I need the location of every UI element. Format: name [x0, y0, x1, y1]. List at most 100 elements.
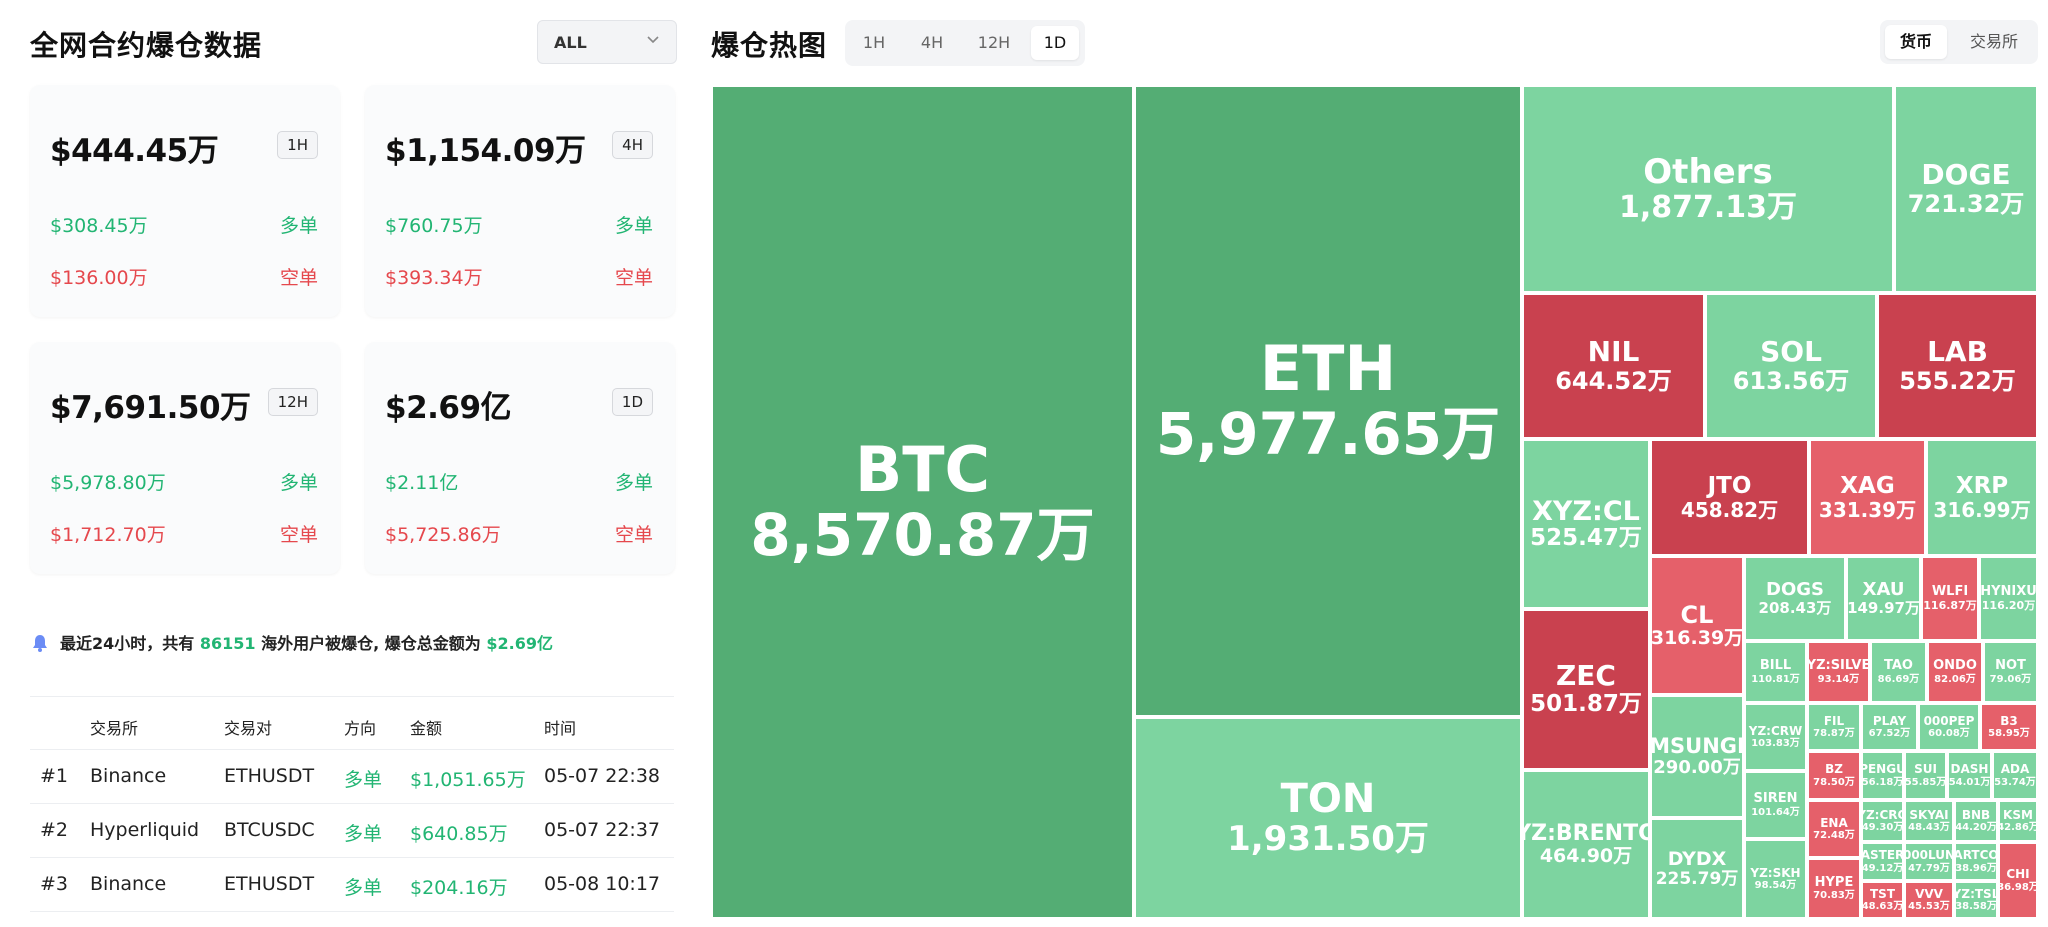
- table-row[interactable]: #2 Hyperliquid BTCUSDC 多单 $640.85万 05-07…: [30, 804, 674, 858]
- short-label: 空单: [614, 524, 653, 546]
- heatmap-tile-hynixu[interactable]: HYNIXU 116.20万: [1979, 556, 2038, 641]
- long-value: $5,978.80万: [50, 472, 166, 494]
- rank-cell: #2: [40, 819, 69, 841]
- tile-symbol: PLAY: [1872, 713, 1907, 728]
- heatmap-tile-sui[interactable]: SUI 55.85万: [1904, 751, 1947, 800]
- heatmap-tile-pengu[interactable]: PENGU 56.18万: [1861, 751, 1904, 800]
- heatmap-tile-yz-silve[interactable]: YZ:SILVE 93.14万: [1807, 641, 1870, 703]
- heatmap-tile-sol[interactable]: SOL 613.56万: [1705, 293, 1877, 439]
- header-direction: 方向: [344, 719, 377, 738]
- tab-4h[interactable]: 4H: [907, 26, 957, 60]
- tile-symbol: HYPE: [1814, 874, 1854, 890]
- tile-amount: 644.52万: [1555, 367, 1672, 396]
- heatmap-tile-yz-crw[interactable]: YZ:CRW 103.83万: [1744, 703, 1807, 771]
- heatmap-tile-btc[interactable]: BTC 8,570.87万: [711, 85, 1134, 919]
- group-by-exchange-button[interactable]: 交易所: [1954, 25, 2034, 59]
- direction-cell: 多单: [344, 769, 383, 791]
- exchange-cell: Binance: [90, 765, 167, 787]
- heatmap-tile-cl[interactable]: CL 316.39万: [1650, 556, 1744, 695]
- tile-amount: 501.87万: [1530, 691, 1642, 718]
- heatmap-tile-aster[interactable]: ASTER 49.12万: [1861, 842, 1904, 881]
- heatmap-tile-fil[interactable]: FIL 78.87万: [1807, 703, 1861, 751]
- heatmap-tile-yz-skh[interactable]: YZ:SKH 98.54万: [1744, 839, 1807, 919]
- chevron-down-icon: [647, 36, 659, 44]
- heatmap-tile-yz-cro[interactable]: YZ:CRO49.30万: [1861, 800, 1904, 842]
- heatmap-tile-000pep[interactable]: 000PEP 60.08万: [1918, 703, 1980, 751]
- heatmap-tile-tao[interactable]: TAO 86.69万: [1870, 641, 1927, 703]
- heatmap-tile-not[interactable]: NOT 79.06万: [1983, 641, 2038, 703]
- tile-amount: 103.83万: [1751, 738, 1800, 750]
- heatmap-tile-dash[interactable]: DASH 54.01万: [1947, 751, 1992, 800]
- heatmap-tile-msungi[interactable]: MSUNGI 290.00万: [1650, 695, 1744, 818]
- tile-symbol: BNB: [1961, 807, 1991, 822]
- tile-amount: 208.43万: [1758, 599, 1832, 618]
- heatmap-tile-artco[interactable]: ARTCO 38.96万: [1954, 842, 1998, 881]
- heatmap-tile-xyz-cl[interactable]: XYZ:CL 525.47万: [1522, 439, 1650, 609]
- heatmap-tile-ondo[interactable]: ONDO 82.06万: [1927, 641, 1983, 703]
- heatmap-tile-skyai[interactable]: SKYAI 48.43万: [1904, 800, 1954, 842]
- total-amount: $444.45万: [50, 133, 219, 169]
- heatmap-tile-xau[interactable]: XAU 149.97万: [1846, 556, 1921, 641]
- heatmap-tile-jto[interactable]: JTO 458.82万: [1650, 439, 1809, 556]
- heatmap-tile-bill[interactable]: BILL 110.81万: [1744, 641, 1807, 703]
- heatmap-tile-eth[interactable]: ETH 5,977.65万: [1134, 85, 1522, 717]
- heatmap-tile-dydx[interactable]: DYDX 225.79万: [1650, 818, 1744, 919]
- tile-amount: 525.47万: [1530, 525, 1642, 552]
- heatmap-tile-ksm[interactable]: KSM 42.86万: [1998, 800, 2038, 842]
- tab-1d[interactable]: 1D: [1031, 26, 1079, 60]
- long-value: $760.75万: [385, 215, 483, 237]
- notice-count: 86151: [199, 634, 256, 653]
- heatmap-tile-b3[interactable]: B3 58.95万: [1980, 703, 2038, 751]
- heatmap-tile-vvv[interactable]: VVV 45.53万: [1904, 881, 1954, 919]
- exchange-filter-select[interactable]: ALL: [537, 20, 677, 64]
- heatmap-tile-siren[interactable]: SIREN 101.64万: [1744, 771, 1807, 839]
- tile-amount: 58.95万: [1988, 728, 2030, 740]
- heatmap-tile-bnb[interactable]: BNB 44.20万: [1954, 800, 1998, 842]
- pair-cell: ETHUSDT: [224, 765, 315, 787]
- long-value: $2.11亿: [385, 472, 459, 494]
- heatmap-tile-chi[interactable]: CHI 36.98万: [1998, 842, 2038, 919]
- tile-symbol: ZEC: [1556, 659, 1616, 693]
- timeframe-badge: 1H: [277, 131, 318, 159]
- heatmap-tile-doge[interactable]: DOGE 721.32万: [1894, 85, 2038, 293]
- heatmap-tile-ada[interactable]: ADA 53.74万: [1992, 751, 2038, 800]
- heatmap-tile-bz[interactable]: BZ 78.50万: [1807, 751, 1861, 800]
- tile-amount: 464.90万: [1539, 845, 1633, 868]
- heatmap-tile-hype[interactable]: HYPE 70.83万: [1807, 858, 1861, 919]
- heatmap-tile-lab[interactable]: LAB 555.22万: [1877, 293, 2038, 439]
- timeframe-tabs: 1H 4H 12H 1D: [845, 20, 1085, 66]
- tile-symbol: LAB: [1927, 335, 1988, 369]
- tab-1h[interactable]: 1H: [851, 26, 897, 60]
- tile-symbol: ENA: [1820, 815, 1848, 830]
- tile-symbol: SIREN: [1753, 791, 1798, 807]
- timeframe-badge: 12H: [267, 388, 318, 416]
- tile-symbol: XRP: [1955, 472, 2009, 499]
- heatmap-tile-others[interactable]: Others 1,877.13万: [1522, 85, 1894, 293]
- heatmap-tile-yz-tsl[interactable]: YZ:TSL 38.58万: [1954, 881, 1998, 919]
- tile-symbol: TST: [1869, 886, 1895, 901]
- heatmap-tile-xag[interactable]: XAG 331.39万: [1809, 439, 1926, 556]
- heatmap-tile-nil[interactable]: NIL 644.52万: [1522, 293, 1705, 439]
- heatmap-tile-ena[interactable]: ENA 72.48万: [1807, 800, 1861, 858]
- heatmap-tile-tst[interactable]: TST 48.63万: [1861, 881, 1904, 919]
- heatmap-tile-xrp[interactable]: XRP 316.99万: [1926, 439, 2038, 556]
- heatmap-tile-zec[interactable]: ZEC 501.87万: [1522, 609, 1650, 770]
- table-row[interactable]: #1 Binance ETHUSDT 多单 $1,051.65万 05-07 2…: [30, 750, 674, 804]
- heatmap-tile-dogs[interactable]: DOGS 208.43万: [1744, 556, 1846, 641]
- tile-amount: 1,931.50万: [1227, 819, 1429, 860]
- heatmap-tile-play[interactable]: PLAY 67.52万: [1861, 703, 1918, 751]
- tile-amount: 49.12万: [1861, 862, 1904, 874]
- tile-amount: 54.01万: [1948, 776, 1991, 788]
- tile-symbol: VVV: [1915, 886, 1943, 901]
- tile-symbol: B3: [2000, 713, 2018, 728]
- group-by-coin-button[interactable]: 货币: [1885, 25, 1947, 59]
- long-value: $308.45万: [50, 215, 148, 237]
- tab-12h[interactable]: 12H: [965, 26, 1023, 60]
- tile-amount: 70.83万: [1813, 890, 1855, 902]
- heatmap-tile-ton[interactable]: TON 1,931.50万: [1134, 717, 1522, 919]
- table-row[interactable]: #3 Binance ETHUSDT 多单 $204.16万 05-08 10:…: [30, 858, 674, 912]
- total-amount: $1,154.09万: [385, 133, 586, 169]
- heatmap-tile-000lun[interactable]: 000LUN 47.79万: [1904, 842, 1954, 881]
- heatmap-tile-yz-brento[interactable]: YZ:BRENTO 464.90万: [1522, 770, 1650, 919]
- heatmap-tile-wlfi[interactable]: WLFI 116.87万: [1921, 556, 1979, 641]
